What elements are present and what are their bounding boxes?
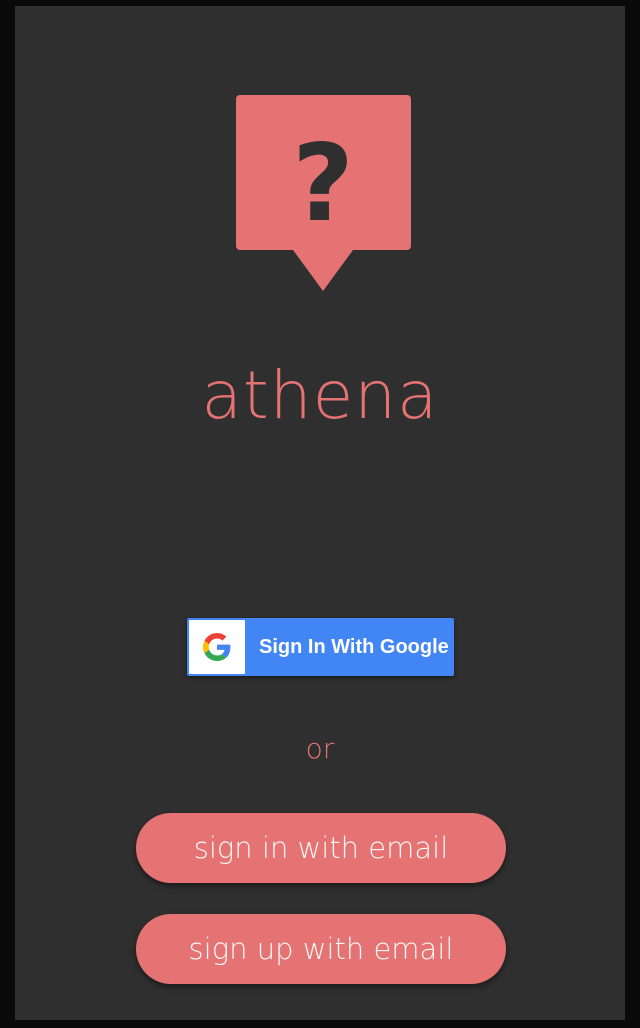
question-speech-bubble-icon: ? — [236, 95, 411, 291]
google-icon-container — [189, 620, 245, 674]
sign-up-with-email-button[interactable]: sign up with email — [136, 914, 506, 984]
separator-text: or — [305, 732, 335, 765]
svg-text:?: ? — [292, 122, 354, 245]
app-screen: ? athena Sign In With Google or sign in … — [15, 6, 625, 1020]
device-frame: ? athena Sign In With Google or sign in … — [0, 0, 640, 1028]
sign-in-with-email-button[interactable]: sign in with email — [136, 813, 506, 883]
app-title: athena — [201, 357, 439, 434]
google-sign-in-label: Sign In With Google — [259, 636, 449, 658]
google-g-icon — [203, 633, 231, 661]
google-sign-in-button[interactable]: Sign In With Google — [187, 618, 454, 676]
